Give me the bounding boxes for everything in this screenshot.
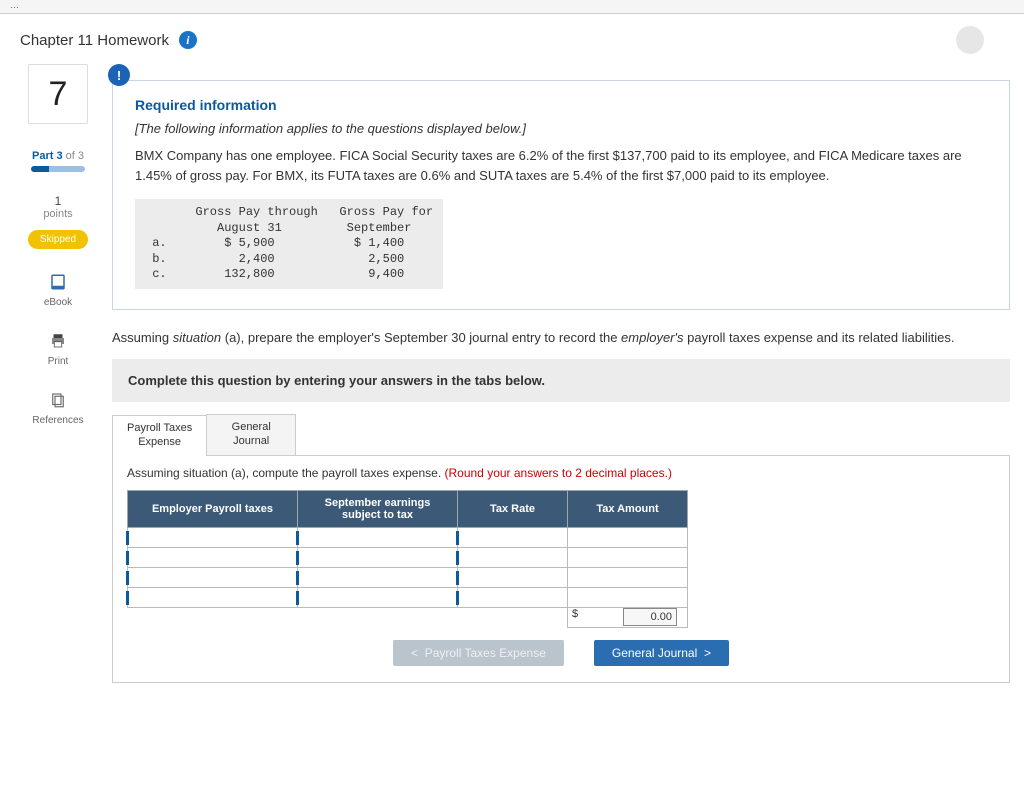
points-value: 1 xyxy=(55,194,62,208)
cell-earnings[interactable] xyxy=(298,527,458,547)
entry-row xyxy=(128,547,688,567)
answer-tabs: Payroll TaxesExpense GeneralJournal xyxy=(112,414,1010,456)
browser-bookmarks-bar: … xyxy=(0,0,1024,14)
alert-icon: ! xyxy=(108,64,130,86)
total-row: $ 0.00 xyxy=(128,607,688,627)
main-content: ! Required information [The following in… xyxy=(112,64,1010,683)
ebook-button[interactable]: eBook xyxy=(44,271,72,308)
instruction: Assuming situation (a), prepare the empl… xyxy=(112,328,1010,348)
cell-earnings[interactable] xyxy=(298,587,458,607)
cell-tax-name[interactable] xyxy=(128,587,298,607)
payroll-taxes-table: Employer Payroll taxes September earning… xyxy=(127,490,688,628)
tab-panel-payroll-taxes: Assuming situation (a), compute the payr… xyxy=(112,456,1010,683)
pay-data-table: Gross Pay through Gross Pay for August 3… xyxy=(135,199,443,289)
required-info-intro: [The following information applies to th… xyxy=(135,121,987,136)
col-tax-rate: Tax Rate xyxy=(458,490,568,527)
sub-instruction: Assuming situation (a), compute the payr… xyxy=(127,466,995,480)
required-info-box: Required information [The following info… xyxy=(112,80,1010,310)
tab-general-journal[interactable]: GeneralJournal xyxy=(206,414,296,455)
cell-amount[interactable] xyxy=(568,567,688,587)
tab-payroll-taxes-expense[interactable]: Payroll TaxesExpense xyxy=(112,415,207,456)
cell-earnings[interactable] xyxy=(298,567,458,587)
page-title: Chapter 11 Homework xyxy=(20,32,169,49)
col-september-earnings: September earningssubject to tax xyxy=(298,490,458,527)
part-progress xyxy=(31,166,85,172)
prev-tab-button: < Payroll Taxes Expense xyxy=(393,640,564,666)
print-button[interactable]: Print xyxy=(47,330,69,367)
complete-prompt: Complete this question by entering your … xyxy=(112,359,1010,402)
entry-row xyxy=(128,587,688,607)
required-info-title: Required information xyxy=(135,97,987,113)
next-tab-button[interactable]: General Journal > xyxy=(594,640,729,666)
cell-rate[interactable] xyxy=(458,527,568,547)
copy-icon xyxy=(47,389,69,411)
total-amount: 0.00 xyxy=(623,608,677,626)
cell-tax-name[interactable] xyxy=(128,547,298,567)
part-label: Part 3 of 3 xyxy=(32,150,84,162)
entry-row xyxy=(128,527,688,547)
info-icon[interactable]: i xyxy=(179,31,197,49)
avatar[interactable] xyxy=(956,26,984,54)
printer-icon xyxy=(47,330,69,352)
cell-amount[interactable] xyxy=(568,587,688,607)
points-label: points xyxy=(43,208,72,220)
cell-tax-name[interactable] xyxy=(128,567,298,587)
cell-rate[interactable] xyxy=(458,567,568,587)
cell-rate[interactable] xyxy=(458,587,568,607)
entry-row xyxy=(128,567,688,587)
references-button[interactable]: References xyxy=(32,389,83,426)
sidebar: 7 Part 3 of 3 1 points Skipped eBook Pri… xyxy=(14,64,102,683)
problem-statement: BMX Company has one employee. FICA Socia… xyxy=(135,146,987,185)
question-number: 7 xyxy=(28,64,88,124)
cell-amount[interactable] xyxy=(568,547,688,567)
skipped-badge: Skipped xyxy=(28,230,88,249)
cell-rate[interactable] xyxy=(458,547,568,567)
cell-earnings[interactable] xyxy=(298,547,458,567)
cell-amount[interactable] xyxy=(568,527,688,547)
cell-tax-name[interactable] xyxy=(128,527,298,547)
cell-total: $ 0.00 xyxy=(568,607,688,627)
col-employer-payroll-taxes: Employer Payroll taxes xyxy=(128,490,298,527)
book-icon xyxy=(47,271,69,293)
col-tax-amount: Tax Amount xyxy=(568,490,688,527)
